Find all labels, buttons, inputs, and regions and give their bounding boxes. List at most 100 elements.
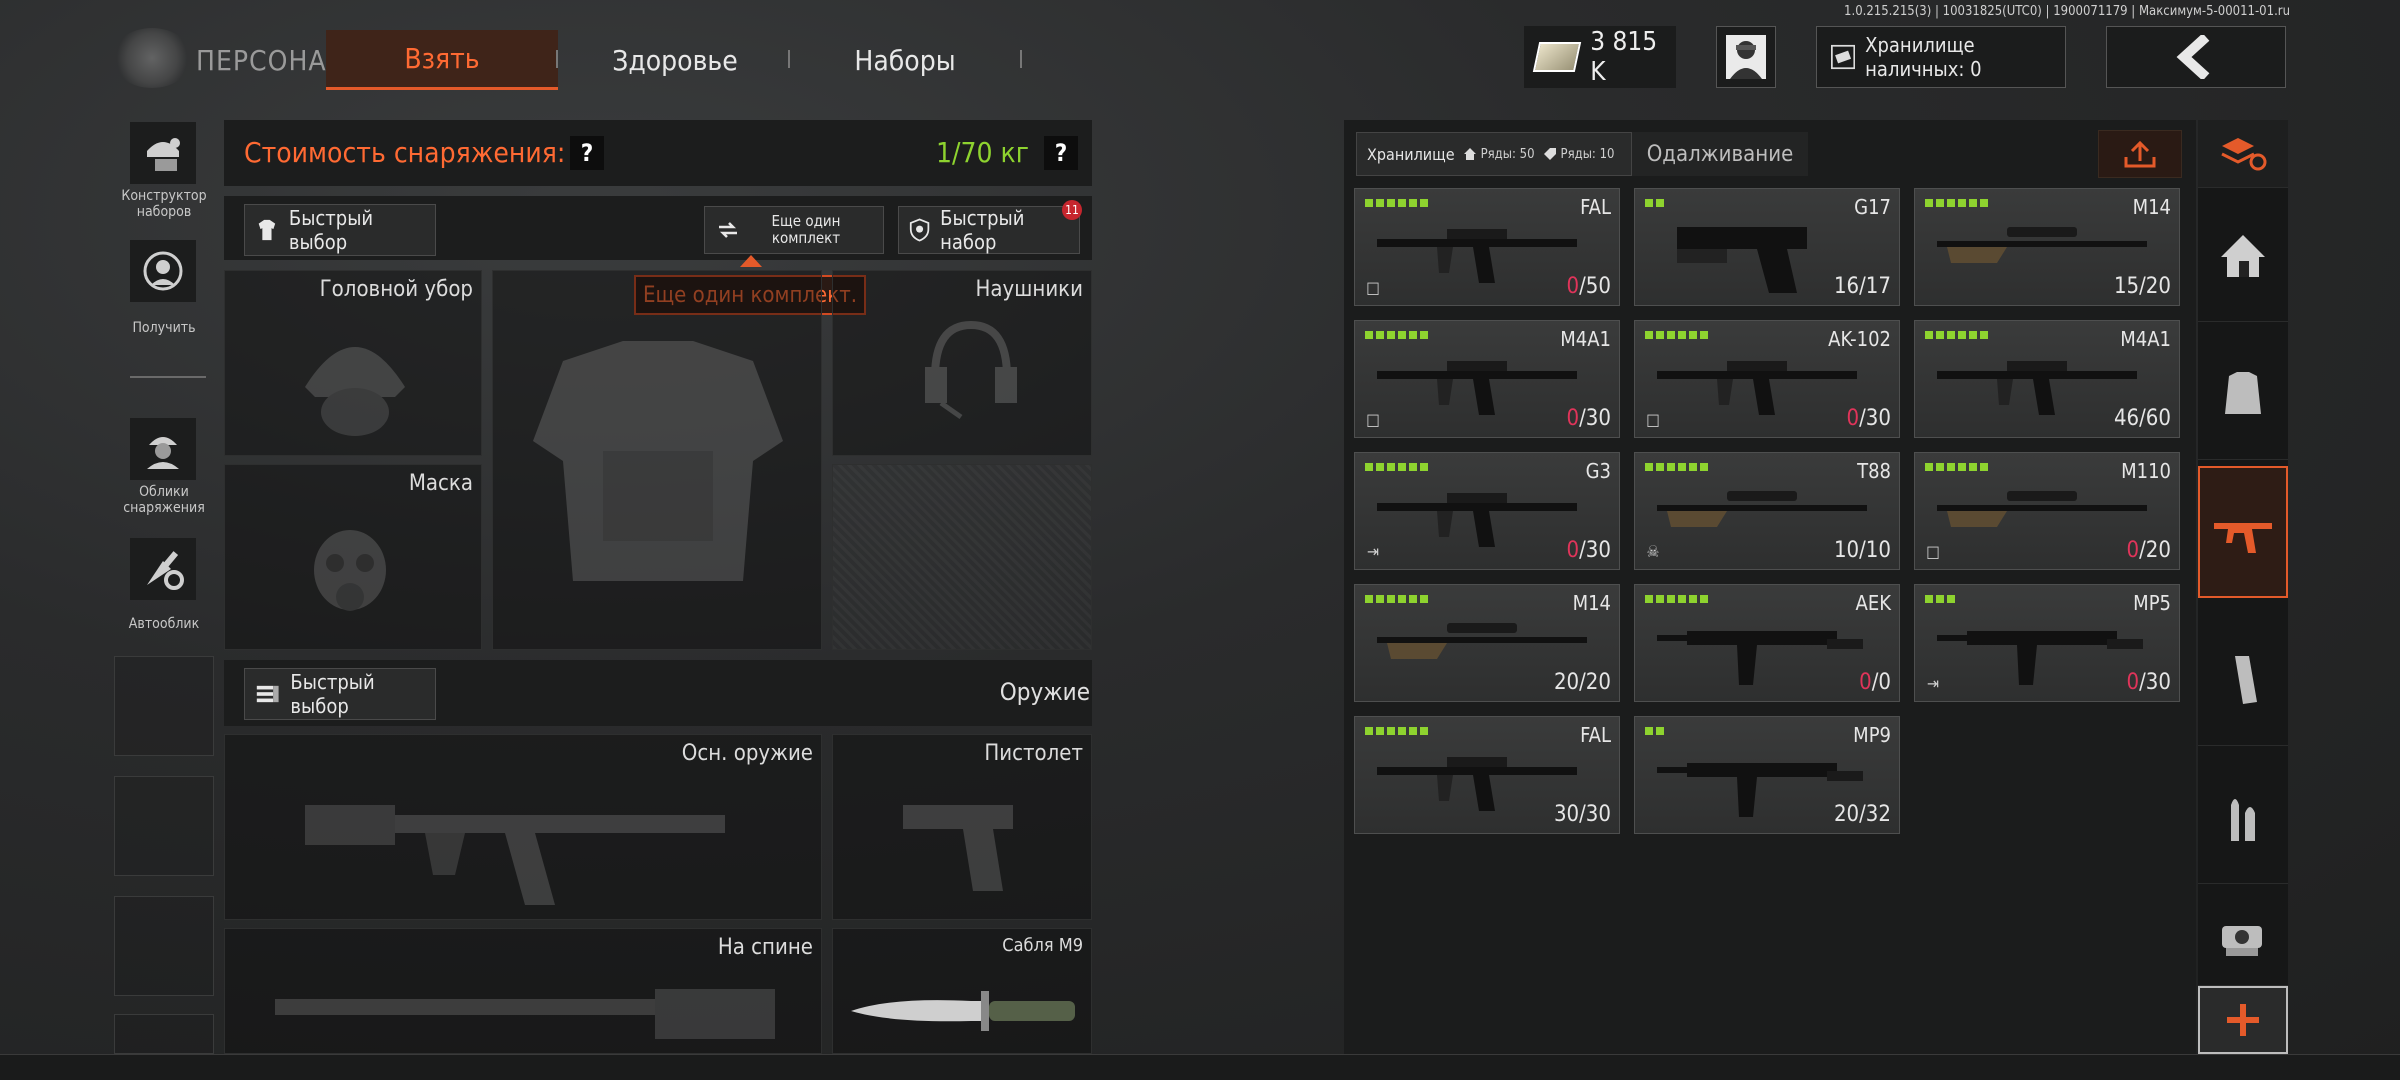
cash-storage-button[interactable]: Хранилище наличных: 0 [1816, 26, 2066, 88]
storage-tab[interactable]: Хранилище Ряды: 50 Ряды: 10 [1356, 132, 1632, 176]
rail-ammo-button[interactable] [2198, 752, 2288, 884]
quick-kit-button[interactable]: Быстрый набор [898, 206, 1080, 254]
rail-weapons-button[interactable] [2198, 466, 2288, 598]
storage-item-card[interactable]: T88 ☠ 10/10 [1634, 452, 1900, 570]
head-slot[interactable]: Головной убор [224, 270, 482, 456]
storage-item-card[interactable]: M14 20/20 [1354, 584, 1620, 702]
gas-mask-silhouette-icon [314, 530, 386, 611]
condition-pip [1387, 727, 1395, 735]
cost-help-button[interactable]: ? [570, 136, 604, 170]
ammo-capacity: /10 [1859, 538, 1891, 563]
ammo-capacity: /32 [1859, 802, 1891, 827]
another-kit-button[interactable]: Еще один комплект [704, 206, 884, 254]
empty-sidebar-slot[interactable] [114, 656, 214, 756]
condition-pips [1365, 595, 1428, 603]
quick-select-gear-button[interactable]: Быстрый выбор [244, 204, 436, 256]
storage-item-card[interactable]: MP5 ⇥ 0/30 [1914, 584, 2180, 702]
receive-button[interactable] [130, 240, 196, 302]
kit-builder-button[interactable] [130, 122, 196, 184]
cash-storage-label: Хранилище наличных: 0 [1865, 33, 1982, 81]
rail-home-button[interactable] [2198, 190, 2288, 322]
back-slot[interactable]: На спине [224, 928, 822, 1054]
condition-pip [1656, 463, 1664, 471]
mask-slot-label: Маска [408, 471, 473, 496]
condition-pip [1700, 463, 1708, 471]
money-value: 3 815 K [1590, 27, 1658, 87]
condition-pip [1947, 199, 1955, 207]
condition-pip [1700, 595, 1708, 603]
box-status-icon: □ [1366, 277, 1380, 297]
condition-pip [1656, 199, 1664, 207]
tab-take[interactable]: Взять [326, 30, 558, 90]
condition-pip [1969, 199, 1977, 207]
rail-scope-button[interactable] [2198, 890, 2288, 986]
weapon-name: FAL [1580, 195, 1611, 219]
weapon-name: G3 [1585, 459, 1611, 483]
tab-kits[interactable]: Наборы [810, 30, 1000, 90]
tab-health[interactable]: Здоровье [580, 30, 770, 90]
empty-sidebar-slot[interactable] [114, 776, 214, 876]
condition-pip [1689, 463, 1697, 471]
storage-item-card[interactable]: MP9 20/32 [1634, 716, 1900, 834]
primary-weapon-slot[interactable]: Осн. оружие [224, 734, 822, 920]
storage-item-card[interactable]: M14 15/20 [1914, 188, 2180, 306]
lend-tab[interactable]: Одалживание [1632, 132, 1808, 176]
skull-status-icon: ☠ [1646, 541, 1660, 561]
storage-item-card[interactable]: G3 ⇥ 0/30 [1354, 452, 1620, 570]
pistol-slot[interactable]: Пистолет [832, 734, 1092, 920]
weapon-name: M110 [2121, 459, 2171, 483]
storage-item-card[interactable]: AK-102 □ 0/30 [1634, 320, 1900, 438]
body-armor-slot[interactable] [492, 270, 822, 650]
box-status-icon: □ [1646, 409, 1660, 429]
box-status-icon: □ [1366, 409, 1380, 429]
mask-slot[interactable]: Маска [224, 464, 482, 650]
storage-item-card[interactable]: FAL □ 0/50 [1354, 188, 1620, 306]
condition-pip [1656, 331, 1664, 339]
empty-sidebar-slot[interactable] [114, 896, 214, 996]
weapon-name: MP9 [1853, 723, 1891, 747]
auto-outfit-button[interactable] [130, 538, 196, 600]
weapon-name: AEK [1855, 591, 1891, 615]
ammo-current: 0 [1846, 406, 1860, 431]
storage-item-card[interactable]: FAL 30/30 [1354, 716, 1620, 834]
ammo-current: 30 [1553, 802, 1580, 827]
headphones-slot[interactable]: Наушники [832, 270, 1092, 456]
smg-weapon-icon [1937, 631, 2143, 685]
weight-help-button[interactable]: ? [1044, 136, 1078, 170]
bayonet-knife-icon [851, 991, 1075, 1031]
unload-button[interactable] [2098, 130, 2182, 178]
pistol-slot-label: Пистолет [984, 741, 1083, 766]
back-slot-label: На спине [717, 935, 813, 960]
locked-slot [832, 464, 1092, 650]
auto-outfit-label: Автооблик [128, 616, 200, 632]
quick-select-weapons-button[interactable]: Быстрый выбор [244, 668, 436, 720]
back-rifle-silhouette-icon [275, 989, 775, 1039]
condition-pip [1409, 331, 1417, 339]
condition-pip [1376, 727, 1384, 735]
rail-vest-button[interactable] [2198, 328, 2288, 460]
ammo-count: 0/50 [1567, 274, 1611, 299]
storage-item-card[interactable]: G17 16/17 [1634, 188, 1900, 306]
storage-item-card[interactable]: M4A1 □ 0/30 [1354, 320, 1620, 438]
back-button[interactable] [2106, 26, 2286, 88]
ammo-current: 10 [1833, 538, 1860, 563]
outfit-button[interactable] [130, 418, 196, 480]
vest-icon [2225, 371, 2261, 414]
condition-pip [1678, 595, 1686, 603]
condition-pip [1387, 199, 1395, 207]
rail-sort-button[interactable] [2198, 120, 2288, 188]
condition-pips [1645, 463, 1708, 471]
bottom-strip [0, 1054, 2400, 1080]
condition-pip [1420, 331, 1428, 339]
profile-button[interactable] [1716, 26, 1776, 88]
game-logo [112, 28, 192, 88]
empty-sidebar-slot[interactable] [114, 1014, 214, 1054]
storage-item-card[interactable]: AEK 0/0 [1634, 584, 1900, 702]
storage-item-card[interactable]: M4A1 46/60 [1914, 320, 2180, 438]
storage-item-card[interactable]: M110 □ 0/20 [1914, 452, 2180, 570]
add-category-button[interactable] [2198, 986, 2288, 1054]
knife-slot[interactable]: Сабля M9 [832, 928, 1092, 1054]
another-kit-label: Еще один комплект [771, 212, 841, 247]
kit-builder-label: Конструктор наборов [121, 188, 207, 220]
rail-magazine-button[interactable] [2198, 614, 2288, 746]
